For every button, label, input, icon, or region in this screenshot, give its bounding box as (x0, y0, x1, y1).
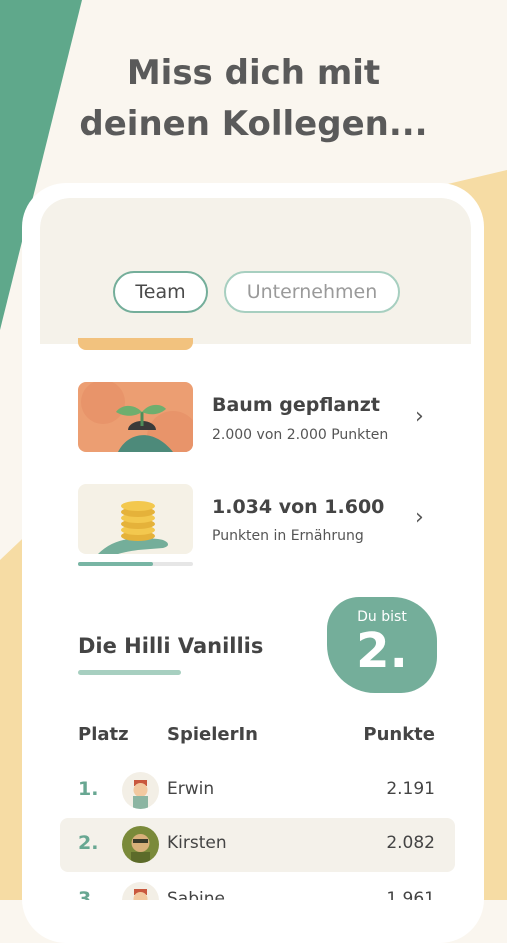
row-points: 2.082 (386, 833, 435, 853)
tab-unternehmen[interactable]: Unternehmen (224, 271, 400, 313)
row-points: 2.191 (386, 779, 435, 799)
chevron-right-icon[interactable]: › (415, 404, 424, 429)
column-header-platz: Platz (78, 724, 129, 745)
achievement-subtitle: 2.000 von 2.000 Punkten (212, 427, 389, 443)
row-rank: 2. (78, 832, 99, 854)
table-row[interactable]: 1. Erwin 2.191 (60, 764, 455, 818)
coins-hand-icon (78, 484, 193, 554)
achievement-progress-bar (78, 562, 193, 566)
avatar (122, 772, 159, 809)
team-name-underline (78, 670, 181, 675)
row-player: Erwin (167, 779, 215, 799)
table-row-current-user[interactable]: 2. Kirsten 2.082 (60, 818, 455, 872)
achievement-progress-fill (78, 562, 153, 566)
row-player: Kirsten (167, 833, 227, 853)
previous-achievement-image (78, 338, 193, 350)
row-player: Sabine (167, 889, 225, 900)
achievement-progress-subtitle: Punkten in Ernährung (212, 528, 364, 544)
column-header-spielerin: SpielerIn (167, 724, 258, 745)
avatar (122, 882, 159, 900)
headline-line-1: Miss dich mit (126, 53, 381, 93)
table-row[interactable]: 3. Sabine 1.961 (60, 874, 455, 900)
team-name: Die Hilli Vanillis (78, 634, 264, 658)
tab-team[interactable]: Team (113, 271, 208, 313)
row-rank: 3. (78, 888, 99, 900)
app-screen: Team Unternehmen Baum gepflanzt 2.000 vo… (40, 198, 471, 900)
chevron-right-icon[interactable]: › (415, 505, 424, 530)
headline: Miss dich mit deinen Kollegen... (0, 48, 507, 150)
row-rank: 1. (78, 778, 99, 800)
headline-line-2: deinen Kollegen... (79, 104, 428, 144)
row-points: 1.961 (386, 889, 435, 900)
plant-sprout-icon (78, 382, 193, 452)
avatar (122, 826, 159, 863)
column-header-punkte: Punkte (363, 724, 435, 745)
rank-badge-value: 2. (356, 623, 408, 679)
achievement-title: Baum gepflanzt (212, 394, 380, 416)
achievement-progress-title: 1.034 von 1.600 (212, 496, 385, 518)
rank-badge: Du bist 2. (327, 597, 437, 693)
